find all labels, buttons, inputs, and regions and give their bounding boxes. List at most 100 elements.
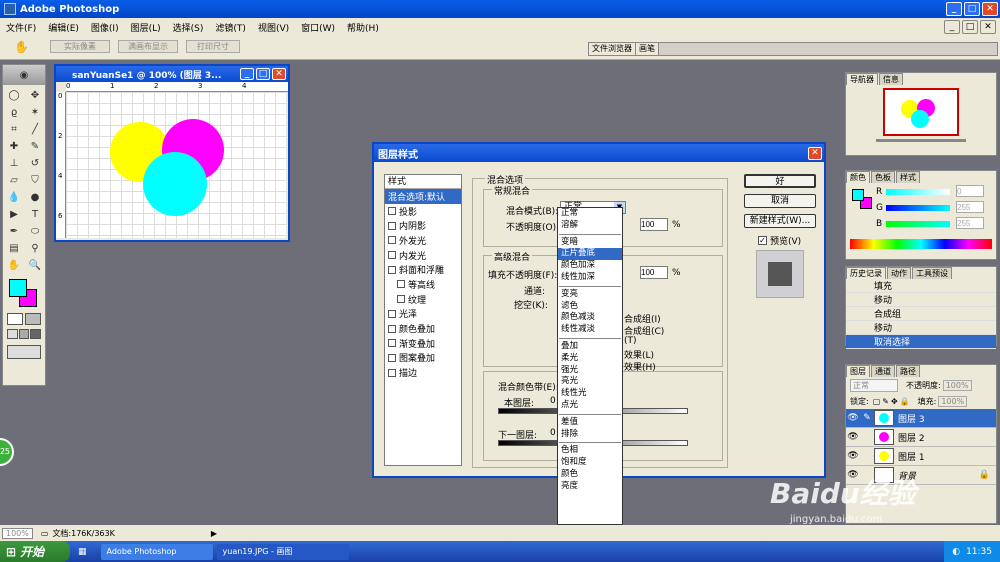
eraser-tool-icon[interactable]: ▱ [5,172,23,188]
actual-pixels-button[interactable]: 实际像素 [50,40,110,53]
eye-logo-icon[interactable]: ◉ [20,70,29,81]
blend-mode-option[interactable]: 线性减淡 [558,324,622,336]
dodge-tool-icon[interactable]: ● [26,189,44,205]
doc-close-button[interactable]: ✕ [980,20,996,34]
screen-mode-2-icon[interactable] [18,329,30,339]
blend-mode-option[interactable]: 亮度 [558,481,622,493]
style-pattern-overlay[interactable]: 图案叠加 [385,351,461,366]
cancel-button[interactable]: 取消 [744,194,816,208]
blend-mode-option[interactable]: 强光 [558,365,622,377]
fill-opacity-input[interactable] [640,266,668,279]
close-button[interactable]: ✕ [982,2,998,16]
blend-mode-option[interactable]: 差值 [558,417,622,429]
navigator-tab[interactable]: 导航器 [846,73,878,85]
task-photoshop[interactable]: Adobe Photoshop [100,543,213,560]
hand-tool-icon[interactable]: ✋ [5,257,23,273]
fit-screen-button[interactable]: 满画布显示 [118,40,178,53]
styles-header[interactable]: 样式 [385,175,461,189]
blend-mode-option[interactable]: 变暗 [558,237,622,249]
file-browser-tab[interactable]: 文件浏览器 [589,43,636,55]
menu-image[interactable]: 图像(I) [85,21,125,34]
layer-row[interactable]: 👁 图层 2 [846,428,996,447]
ok-button[interactable]: 好 [744,174,816,188]
transparency-shapes-option[interactable]: (T) [624,336,637,346]
dialog-title-bar[interactable]: 图层样式 ✕ [374,144,824,162]
menu-filter[interactable]: 滤镜(T) [209,21,252,34]
style-blending-options[interactable]: 混合选项:默认 [385,189,461,204]
style-satin[interactable]: 光泽 [385,307,461,322]
blend-mode-option[interactable]: 变亮 [558,289,622,301]
texture-checkbox[interactable] [397,295,405,304]
style-outer-glow[interactable]: 外发光 [385,233,461,248]
info-tab[interactable]: 信息 [879,73,903,85]
blend-mode-option[interactable]: 溶解 [558,220,622,232]
history-item[interactable]: 移动 [846,321,996,335]
print-size-button[interactable]: 打印尺寸 [186,40,240,53]
inner-glow-checkbox[interactable] [388,251,396,260]
standard-mode-icon[interactable] [7,313,23,325]
crop-tool-icon[interactable]: ⌗ [5,121,23,137]
new-style-button[interactable]: 新建样式(W)... [744,214,816,228]
eye-icon[interactable]: 👁 [846,413,860,423]
r-input[interactable] [956,185,984,197]
drop-shadow-checkbox[interactable] [388,207,396,216]
blend-mode-option[interactable]: 正片叠底 [558,248,622,261]
status-menu-arrow-icon[interactable]: ▶ [211,529,217,538]
blend-mode-option[interactable]: 饱和度 [558,457,622,469]
doc-win-minimize-button[interactable]: _ [240,68,254,80]
layer-opacity-value[interactable]: 100% [942,379,972,391]
screen-mode-1-icon[interactable] [7,329,18,339]
stamp-tool-icon[interactable]: ⊥ [5,155,23,171]
slice-tool-icon[interactable]: ╱ [26,121,44,137]
menu-layer[interactable]: 图层(L) [125,21,167,34]
blend-mode-option[interactable]: 亮光 [558,376,622,388]
brush-tool-icon[interactable]: ✎ [26,138,44,154]
blend-mode-option[interactable]: 滤色 [558,301,622,313]
maximize-button[interactable]: □ [964,2,980,16]
history-item[interactable]: 合成组 [846,307,996,321]
navigator-zoom-slider[interactable] [876,139,966,142]
style-contour[interactable]: 等高线 [385,277,461,292]
blur-tool-icon[interactable]: 💧 [5,189,23,205]
satin-checkbox[interactable] [388,309,396,318]
bucket-tool-icon[interactable]: ⛉ [26,172,44,188]
doc-restore-button[interactable]: □ [962,20,978,34]
lock-icons[interactable]: ▢✎✥🔒 [873,397,912,406]
stroke-checkbox[interactable] [388,368,396,377]
doc-minimize-button[interactable]: _ [944,20,960,34]
layer-blend-mode-select[interactable]: 正常 [850,378,898,392]
actions-tab[interactable]: 动作 [887,267,911,279]
screen-mode-3-icon[interactable] [30,329,42,339]
doc-win-close-button[interactable]: ✕ [272,68,286,80]
menu-edit[interactable]: 编辑(E) [42,21,85,34]
preview-checkbox-row[interactable]: ✓ 预览(V) [758,234,801,247]
b-slider[interactable] [886,221,950,227]
color-overlay-checkbox[interactable] [388,324,396,333]
r-slider[interactable] [886,189,950,195]
desktop-icon[interactable]: ▦ [78,547,87,557]
task-paint[interactable]: yuan19.JPG - 画图 [216,543,349,560]
styles-tab[interactable]: 样式 [896,171,920,183]
magic-wand-tool-icon[interactable]: ✶ [26,104,44,120]
style-bevel-emboss[interactable]: 斜面和浮雕 [385,262,461,277]
layer-fill-value[interactable]: 100% [938,395,968,407]
style-color-overlay[interactable]: 颜色叠加 [385,321,461,336]
history-item-selected[interactable]: 取消选择 [846,335,996,349]
lasso-tool-icon[interactable]: ϱ [5,104,23,120]
navigator-thumbnail[interactable] [883,88,959,136]
outer-glow-checkbox[interactable] [388,236,396,245]
style-texture[interactable]: 纹理 [385,292,461,307]
type-tool-icon[interactable]: T [26,206,44,222]
menu-window[interactable]: 窗口(W) [295,21,341,34]
style-inner-shadow[interactable]: 内阴影 [385,218,461,233]
blend-mode-option[interactable]: 正常 [558,208,622,220]
layer-row[interactable]: 👁 图层 1 [846,447,996,466]
menu-view[interactable]: 视图(V) [252,21,295,34]
pattern-overlay-checkbox[interactable] [388,353,396,362]
eyedropper-tool-icon[interactable]: ⚲ [26,240,44,256]
healing-brush-icon[interactable]: ✚ [5,138,23,154]
start-button[interactable]: ⊞ 开始 [0,541,70,562]
jump-to-imageready-icon[interactable] [7,345,41,359]
paths-tab[interactable]: 路径 [896,365,920,377]
canvas[interactable] [66,92,286,238]
